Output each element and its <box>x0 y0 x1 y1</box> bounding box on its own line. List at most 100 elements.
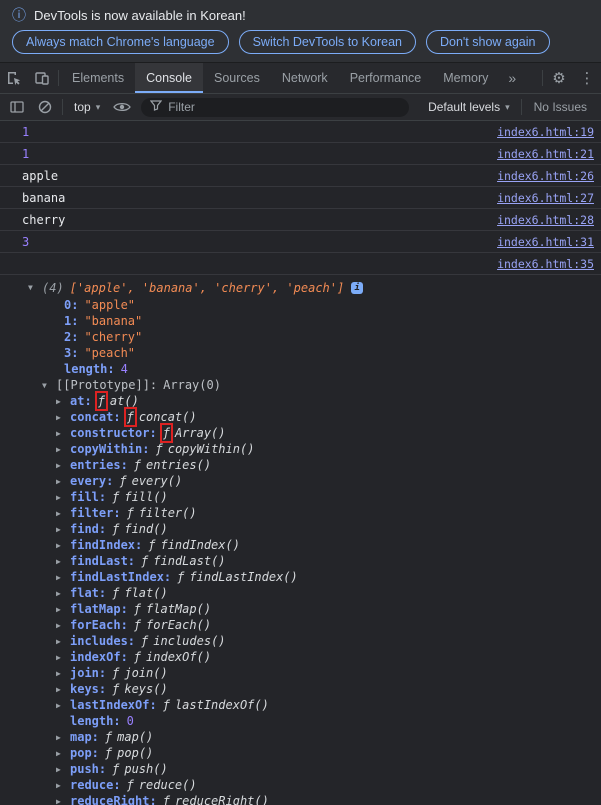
function-symbol: ƒ <box>162 794 170 805</box>
collapse-arrow-icon[interactable]: ▼ <box>42 381 56 390</box>
prototype-property-row[interactable]: ▶ entries: ƒ entries() <box>0 457 601 473</box>
property-key: 0: <box>64 298 79 312</box>
expand-arrow-icon[interactable]: ▶ <box>56 557 70 566</box>
expand-arrow-icon[interactable]: ▶ <box>56 765 70 774</box>
console-messages-area: 1 index6.html:19 1 index6.html:21 apple … <box>0 121 601 805</box>
prototype-property-row[interactable]: ▶ find: ƒ find() <box>0 521 601 537</box>
source-location-link[interactable]: index6.html:28 <box>497 213 594 227</box>
prototype-property-row[interactable]: ▶ map: ƒ map() <box>0 729 601 745</box>
expand-arrow-icon[interactable]: ▶ <box>56 525 70 534</box>
array-item-row: 0: "apple" <box>0 297 601 313</box>
function-signature: concat() <box>138 410 197 424</box>
prototype-property-row[interactable]: ▶ reduce: ƒ reduce() <box>0 777 601 793</box>
source-location-link[interactable]: index6.html:27 <box>497 191 594 205</box>
expand-arrow-icon[interactable]: ▶ <box>56 685 70 694</box>
prototype-property-row[interactable]: ▶ copyWithin: ƒ copyWithin() <box>0 441 601 457</box>
expand-arrow-icon[interactable]: ▶ <box>56 621 70 630</box>
log-levels-dropdown[interactable]: Default levels ▾ <box>421 100 517 114</box>
issues-counter[interactable]: No Issues <box>526 100 595 114</box>
prototype-property-row[interactable]: ▶ findIndex: ƒ findIndex() <box>0 537 601 553</box>
property-key: 3: <box>64 346 79 360</box>
expand-arrow-icon[interactable]: ▶ <box>56 669 70 678</box>
array-preview-row[interactable]: ▼ (4) ['apple', 'banana', 'cherry', 'pea… <box>0 278 601 297</box>
prototype-property-row[interactable]: ▶ findLast: ƒ findLast() <box>0 553 601 569</box>
expand-arrow-icon[interactable]: ▶ <box>56 429 70 438</box>
expand-arrow-icon[interactable]: ▶ <box>56 477 70 486</box>
expand-arrow-icon[interactable]: ▶ <box>56 781 70 790</box>
expand-arrow-icon[interactable]: ▶ <box>56 701 70 710</box>
prototype-property-row[interactable]: ▶ push: ƒ push() <box>0 761 601 777</box>
live-expression-eye-icon[interactable] <box>109 96 135 118</box>
prototype-property-row[interactable]: ▶ concat: ƒ concat() <box>0 407 601 427</box>
clear-console-icon[interactable] <box>32 96 58 118</box>
banner-buttons: Always match Chrome's language Switch De… <box>12 30 591 54</box>
function-symbol: ƒ <box>104 746 113 760</box>
expand-arrow-icon[interactable]: ▶ <box>56 605 70 614</box>
expand-arrow-icon[interactable]: ▶ <box>56 733 70 742</box>
banner-action-button[interactable]: Don't show again <box>425 30 550 54</box>
expand-arrow-icon[interactable]: ▶ <box>56 397 70 406</box>
prototype-property-row[interactable]: ▶ flatMap: ƒ flatMap() <box>0 601 601 617</box>
expand-arrow-icon[interactable]: ▶ <box>56 445 70 454</box>
prototype-property-row[interactable]: ▶ keys: ƒ keys() <box>0 681 601 697</box>
prototype-property-row[interactable]: ▶ indexOf: ƒ indexOf() <box>0 649 601 665</box>
expand-arrow-icon[interactable]: ▶ <box>56 653 70 662</box>
prototype-property-row[interactable]: ▶ findLastIndex: ƒ findLastIndex() <box>0 569 601 585</box>
expand-arrow-icon[interactable]: ▶ <box>56 797 70 805</box>
expand-arrow-icon[interactable]: ▶ <box>56 413 70 422</box>
tab-label: Performance <box>349 71 422 85</box>
expand-arrow-icon[interactable]: ▶ <box>56 589 70 598</box>
function-symbol: ƒ <box>119 474 127 488</box>
expand-arrow-icon[interactable]: ▶ <box>56 493 70 502</box>
prototype-property-row[interactable]: ▶ every: ƒ every() <box>0 473 601 489</box>
source-location-link[interactable]: index6.html:26 <box>497 169 594 183</box>
banner-action-button[interactable]: Switch DevTools to Korean <box>238 30 416 54</box>
prototype-property-row[interactable]: ▶ filter: ƒ filter() <box>0 505 601 521</box>
prototype-property-row[interactable]: ▶ reduceRight: ƒ reduceRight() <box>0 793 601 805</box>
array-item-row: 3: "peach" <box>0 345 601 361</box>
prototype-property-row[interactable]: ▶ join: ƒ join() <box>0 665 601 681</box>
console-message-row: index6.html:35 <box>0 253 601 275</box>
value-info-icon[interactable]: i <box>351 281 364 294</box>
panel-tab[interactable]: Memory <box>432 63 499 93</box>
collapse-arrow-icon[interactable]: ▼ <box>28 283 42 292</box>
function-signature: find() <box>124 522 168 536</box>
prototype-row[interactable]: ▼ [[Prototype]]: Array(0) <box>0 377 601 393</box>
console-sidebar-toggle-icon[interactable] <box>4 96 30 118</box>
expand-arrow-icon[interactable]: ▶ <box>56 637 70 646</box>
expand-arrow-icon[interactable]: ▶ <box>56 541 70 550</box>
panel-tab[interactable]: Sources <box>203 63 271 93</box>
source-location-link[interactable]: index6.html:21 <box>497 147 594 161</box>
prototype-property-row[interactable]: ▶ includes: ƒ includes() <box>0 633 601 649</box>
panel-tab[interactable]: Network <box>271 63 339 93</box>
source-location-link[interactable]: index6.html:19 <box>497 125 594 139</box>
function-signature: Array() <box>174 426 226 440</box>
prototype-property-row[interactable]: length: 0 <box>0 713 601 729</box>
panel-tab[interactable]: Console <box>135 63 203 93</box>
settings-gear-icon[interactable]: ⚙ <box>545 63 573 93</box>
prototype-property-row[interactable]: ▶ pop: ƒ pop() <box>0 745 601 761</box>
panel-tab[interactable]: Elements <box>61 63 135 93</box>
prototype-property-row[interactable]: ▶ forEach: ƒ forEach() <box>0 617 601 633</box>
prototype-property-row[interactable]: ▶ fill: ƒ fill() <box>0 489 601 505</box>
execution-context-selector[interactable]: top ▾ <box>67 100 107 114</box>
source-location-link[interactable]: index6.html:31 <box>497 235 594 249</box>
banner-action-button[interactable]: Always match Chrome's language <box>12 30 229 54</box>
function-symbol: ƒ <box>162 698 170 712</box>
more-tabs-icon[interactable]: » <box>499 63 525 93</box>
prototype-property-row[interactable]: ▶ lastIndexOf: ƒ lastIndexOf() <box>0 697 601 713</box>
expand-arrow-icon[interactable]: ▶ <box>56 573 70 582</box>
function-symbol: ƒ <box>94 391 109 411</box>
menu-dots-icon[interactable]: ⋮ <box>573 63 601 93</box>
source-location-link[interactable]: index6.html:35 <box>497 257 594 271</box>
expand-arrow-icon[interactable]: ▶ <box>56 509 70 518</box>
expand-arrow-icon[interactable]: ▶ <box>56 749 70 758</box>
panel-tab[interactable]: Performance <box>339 63 433 93</box>
prototype-property-row[interactable]: ▶ flat: ƒ flat() <box>0 585 601 601</box>
filter-input[interactable] <box>168 100 401 114</box>
expand-arrow-icon[interactable]: ▶ <box>56 461 70 470</box>
device-toolbar-icon[interactable] <box>28 63 56 93</box>
inspect-element-icon[interactable] <box>0 63 28 93</box>
prototype-property-row[interactable]: ▶ at: ƒ at() <box>0 391 601 411</box>
prototype-property-row[interactable]: ▶ constructor: ƒ Array() <box>0 423 601 443</box>
